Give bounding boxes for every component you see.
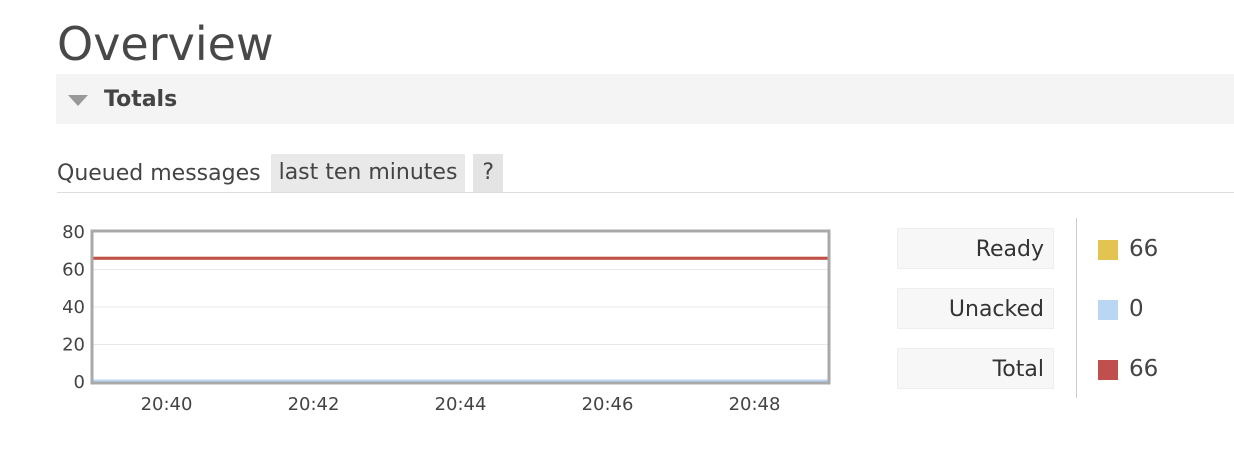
x-tick-label: 20:44 — [435, 394, 487, 415]
x-tick-label: 20:46 — [582, 394, 634, 415]
legend-divider — [1076, 218, 1077, 398]
legend-swatch-unacked — [1098, 300, 1118, 320]
x-tick-label: 20:42 — [288, 394, 340, 415]
legend-swatch-total — [1098, 360, 1118, 380]
legend-label-unacked: Unacked — [897, 288, 1054, 329]
legend-value-unacked: 0 — [1129, 296, 1144, 322]
y-tick-label: 0 — [74, 372, 85, 393]
legend-value-total: 66 — [1129, 356, 1159, 382]
legend-label-total: Total — [897, 348, 1054, 389]
y-tick-label: 80 — [62, 222, 85, 243]
x-tick-label: 20:48 — [729, 394, 781, 415]
y-tick-label: 60 — [62, 260, 85, 281]
y-tick-label: 40 — [62, 297, 85, 318]
y-tick-label: 20 — [62, 335, 85, 356]
legend-value-ready: 66 — [1129, 236, 1159, 262]
legend-swatch-ready — [1098, 240, 1118, 260]
x-tick-label: 20:40 — [141, 394, 193, 415]
legend-label-ready: Ready — [897, 228, 1054, 269]
